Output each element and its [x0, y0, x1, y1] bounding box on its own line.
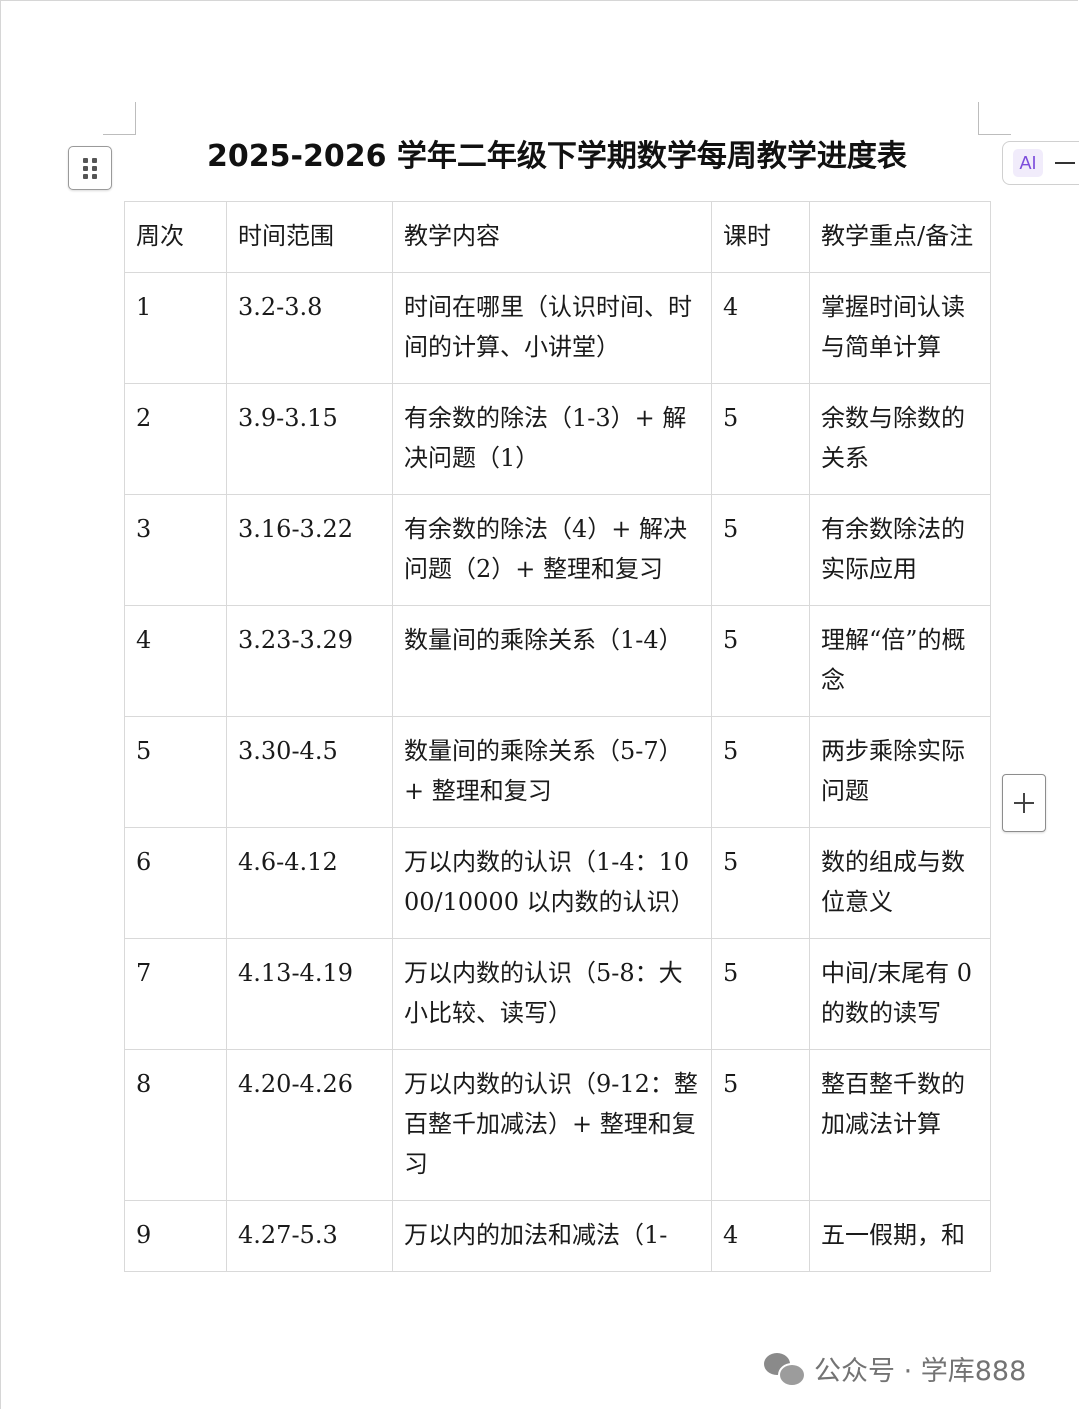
- table-row: 7 4.13-4.19 万以内数的认识（5-8：大小比较、读写） 5 中间/末尾…: [124, 938, 991, 1050]
- table-row: 5 3.30-4.5 数量间的乘除关系（5-7）+ 整理和复习 5 两步乘除实际…: [124, 716, 991, 828]
- cell-content[interactable]: 万以内数的认识（9-12：整百整千加减法）+ 整理和复习: [392, 1049, 712, 1201]
- cell-week[interactable]: 1: [124, 272, 227, 384]
- cell-week[interactable]: 3: [124, 494, 227, 606]
- cell-hours[interactable]: 4: [711, 272, 810, 384]
- watermark-text: 公众号 · 学库888: [814, 1355, 1027, 1387]
- cell-content[interactable]: 时间在哪里（认识时间、时间的计算、小讲堂）: [392, 272, 712, 384]
- cell-date-range[interactable]: 3.9-3.15: [226, 383, 393, 495]
- header-hours[interactable]: 课时: [711, 201, 810, 273]
- margin-corner-top-right: [978, 102, 1011, 135]
- cell-hours[interactable]: 4: [711, 1200, 810, 1272]
- watermark: 公众号 · 学库888: [764, 1346, 1027, 1390]
- cell-week[interactable]: 4: [124, 605, 227, 717]
- schedule-table: 周次 时间范围 教学内容 课时 教学重点/备注 1 3.2-3.8 时间在哪里（…: [124, 201, 991, 1272]
- cell-notes[interactable]: 理解“倍”的概念: [809, 605, 991, 717]
- cell-date-range[interactable]: 4.20-4.26: [226, 1049, 393, 1201]
- block-drag-handle[interactable]: [68, 146, 112, 190]
- header-content[interactable]: 教学内容: [392, 201, 712, 273]
- cell-notes[interactable]: 两步乘除实际问题: [809, 716, 991, 828]
- plus-icon: [1014, 793, 1034, 813]
- cell-hours[interactable]: 5: [711, 605, 810, 717]
- header-date-range[interactable]: 时间范围: [226, 201, 393, 273]
- cell-notes[interactable]: 数的组成与数位意义: [809, 827, 991, 939]
- cell-date-range[interactable]: 3.16-3.22: [226, 494, 393, 606]
- cell-notes[interactable]: 掌握时间认读与简单计算: [809, 272, 991, 384]
- cell-content[interactable]: 数量间的乘除关系（1-4）: [392, 605, 712, 717]
- cell-date-range[interactable]: 3.23-3.29: [226, 605, 393, 717]
- ai-assistant-button[interactable]: AI: [1002, 141, 1079, 185]
- cell-week[interactable]: 2: [124, 383, 227, 495]
- cell-date-range[interactable]: 4.27-5.3: [226, 1200, 393, 1272]
- cell-hours[interactable]: 5: [711, 1049, 810, 1201]
- header-week[interactable]: 周次: [124, 201, 227, 273]
- cell-content[interactable]: 万以内的加法和减法（1-: [392, 1200, 712, 1272]
- document-title: 2025-2026 学年二年级下学期数学每周教学进度表: [207, 139, 907, 174]
- table-row: 8 4.20-4.26 万以内数的认识（9-12：整百整千加减法）+ 整理和复习…: [124, 1049, 991, 1201]
- cell-hours[interactable]: 5: [711, 827, 810, 939]
- wechat-icon: [764, 1351, 806, 1387]
- cell-content[interactable]: 有余数的除法（4）+ 解决问题（2）+ 整理和复习: [392, 494, 712, 606]
- cell-notes[interactable]: 有余数除法的实际应用: [809, 494, 991, 606]
- collapse-dash-icon: [1055, 162, 1075, 164]
- table-row: 6 4.6-4.12 万以内数的认识（1-4：1000/10000 以内数的认识…: [124, 827, 991, 939]
- cell-content[interactable]: 万以内数的认识（1-4：1000/10000 以内数的认识）: [392, 827, 712, 939]
- drag-dots-icon: [83, 157, 97, 179]
- cell-hours[interactable]: 5: [711, 494, 810, 606]
- cell-notes[interactable]: 整百整千数的加减法计算: [809, 1049, 991, 1201]
- cell-notes[interactable]: 中间/末尾有 0 的数的读写: [809, 938, 991, 1050]
- margin-corner-top-left: [103, 102, 136, 135]
- cell-week[interactable]: 7: [124, 938, 227, 1050]
- cell-notes[interactable]: 五一假期，和: [809, 1200, 991, 1272]
- ai-icon: AI: [1013, 149, 1043, 177]
- header-notes[interactable]: 教学重点/备注: [809, 201, 991, 273]
- cell-content[interactable]: 数量间的乘除关系（5-7）+ 整理和复习: [392, 716, 712, 828]
- table-row: 4 3.23-3.29 数量间的乘除关系（1-4） 5 理解“倍”的概念: [124, 605, 991, 717]
- cell-hours[interactable]: 5: [711, 938, 810, 1050]
- cell-date-range[interactable]: 4.6-4.12: [226, 827, 393, 939]
- table-row: 2 3.9-3.15 有余数的除法（1-3）+ 解决问题（1） 5 余数与除数的…: [124, 383, 991, 495]
- cell-hours[interactable]: 5: [711, 383, 810, 495]
- table-header-row: 周次 时间范围 教学内容 课时 教学重点/备注: [124, 201, 991, 273]
- cell-week[interactable]: 6: [124, 827, 227, 939]
- add-column-button[interactable]: [1002, 774, 1046, 832]
- cell-notes[interactable]: 余数与除数的关系: [809, 383, 991, 495]
- cell-hours[interactable]: 5: [711, 716, 810, 828]
- cell-date-range[interactable]: 3.30-4.5: [226, 716, 393, 828]
- cell-week[interactable]: 9: [124, 1200, 227, 1272]
- cell-date-range[interactable]: 4.13-4.19: [226, 938, 393, 1050]
- cell-week[interactable]: 8: [124, 1049, 227, 1201]
- cell-week[interactable]: 5: [124, 716, 227, 828]
- table-row: 1 3.2-3.8 时间在哪里（认识时间、时间的计算、小讲堂） 4 掌握时间认读…: [124, 272, 991, 384]
- table-row: 9 4.27-5.3 万以内的加法和减法（1- 4 五一假期，和: [124, 1200, 991, 1272]
- table-row: 3 3.16-3.22 有余数的除法（4）+ 解决问题（2）+ 整理和复习 5 …: [124, 494, 991, 606]
- cell-date-range[interactable]: 3.2-3.8: [226, 272, 393, 384]
- cell-content[interactable]: 有余数的除法（1-3）+ 解决问题（1）: [392, 383, 712, 495]
- cell-content[interactable]: 万以内数的认识（5-8：大小比较、读写）: [392, 938, 712, 1050]
